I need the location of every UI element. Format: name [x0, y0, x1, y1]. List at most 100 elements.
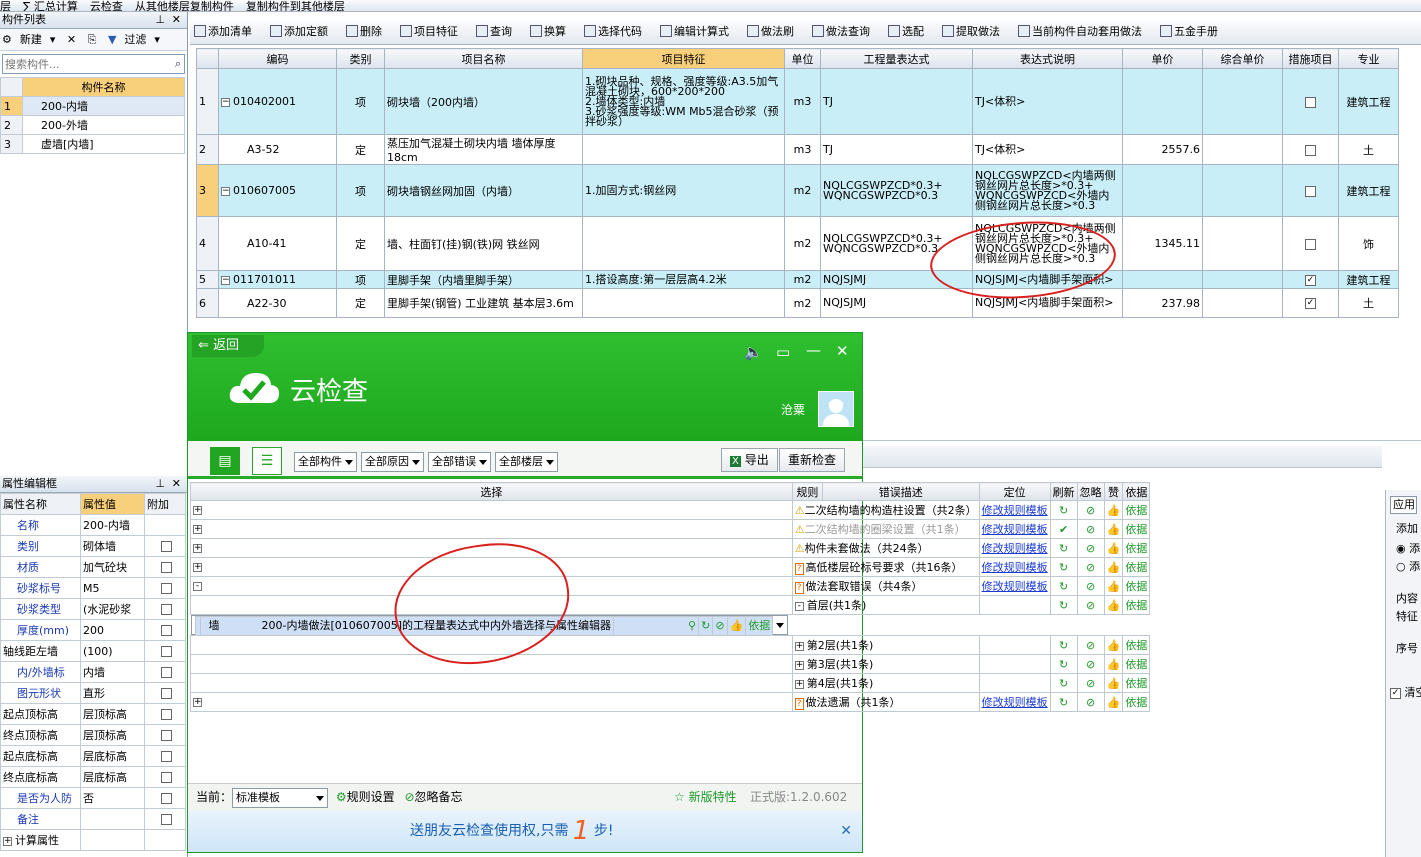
- extra-checkbox[interactable]: [160, 751, 172, 762]
- extra-checkbox[interactable]: [160, 688, 172, 699]
- error-row[interactable]: + 第2层(共1条) ↻ ⊘ 👍 依据: [190, 635, 1151, 655]
- property-row[interactable]: 厚度(mm) 200: [0, 619, 186, 641]
- filter-select[interactable]: 全部构件: [294, 452, 357, 472]
- edit-rule-template-link[interactable]: 修改规则模板: [982, 523, 1048, 536]
- component-row[interactable]: 2 200-外墙: [0, 115, 185, 135]
- property-row[interactable]: 类别 砌体墙: [0, 535, 186, 557]
- like-icon[interactable]: 👍: [1103, 635, 1124, 655]
- recheck-button[interactable]: 重新检查: [779, 448, 846, 472]
- property-value[interactable]: 内墙: [80, 661, 145, 683]
- refresh-icon[interactable]: ↻: [698, 616, 714, 636]
- collapse-icon[interactable]: −: [221, 97, 230, 107]
- component-row[interactable]: 3 虚墙[内墙]: [0, 134, 185, 154]
- like-icon[interactable]: 👍: [1103, 557, 1124, 577]
- grid-header[interactable]: 编码: [218, 48, 337, 69]
- extra-checkbox[interactable]: [160, 625, 172, 636]
- property-value[interactable]: 否: [80, 787, 145, 809]
- extra-checkbox[interactable]: [160, 667, 172, 678]
- like-icon[interactable]: 👍: [1103, 519, 1124, 539]
- refresh-icon[interactable]: ↻: [1049, 692, 1078, 712]
- extra-checkbox[interactable]: [160, 541, 172, 552]
- like-icon[interactable]: 👍: [1103, 538, 1124, 558]
- property-row[interactable]: 终点底标高 层底标高: [0, 766, 186, 788]
- edit-rule-template-link[interactable]: 修改规则模板: [982, 504, 1048, 517]
- ignore-icon[interactable]: ⊘: [1076, 654, 1105, 674]
- like-icon[interactable]: 👍: [1103, 576, 1124, 596]
- edit-rule-template-link[interactable]: 修改规则模板: [982, 580, 1048, 593]
- property-row[interactable]: + 计算属性: [0, 829, 186, 851]
- basis-link[interactable]: 依据: [1122, 635, 1151, 655]
- edit-rule-template-link[interactable]: 修改规则模板: [982, 561, 1048, 574]
- basis-link[interactable]: 依据: [1122, 692, 1151, 712]
- property-row[interactable]: 轴线距左墙 (100): [0, 640, 186, 662]
- new-button[interactable]: ⚙ 新建 ▾: [2, 33, 55, 46]
- apply-button[interactable]: 应用: [1390, 496, 1417, 514]
- property-row[interactable]: 砂浆标号 M5: [0, 577, 186, 599]
- property-value[interactable]: 砌体墙: [80, 535, 145, 557]
- property-value[interactable]: 200-内墙: [80, 514, 145, 536]
- expand-icon[interactable]: +: [794, 679, 804, 689]
- error-row[interactable]: + ? 高低楼层砼标号要求（共16条） 修改规则模板 ↻ ⊘ 👍 依据: [190, 557, 1151, 577]
- pin-icon[interactable]: ⊥: [155, 476, 165, 492]
- error-row[interactable]: + ⚠二次结构墙的构造柱设置（共2条） 修改规则模板 ↻ ⊘ 👍 依据: [190, 500, 1151, 520]
- ignore-icon[interactable]: ⊘: [1076, 538, 1105, 558]
- grid-header[interactable]: 类别: [336, 48, 385, 69]
- ignore-icon[interactable]: ⊘: [1076, 673, 1105, 693]
- toolbar-button[interactable]: 五金手册: [1160, 25, 1227, 38]
- grid-row[interactable]: 3−010607005 项砌块墙钢丝网加固（内墙） 1.加固方式:钢丝网 m2 NQLC…: [196, 164, 1399, 217]
- extra-checkbox[interactable]: [160, 709, 172, 720]
- search-icon[interactable]: ⌕: [175, 57, 181, 71]
- property-value[interactable]: (水泥砂浆: [80, 598, 145, 620]
- expand-icon[interactable]: -: [193, 582, 202, 591]
- ignore-icon[interactable]: ⊘: [1076, 635, 1105, 655]
- extra-checkbox[interactable]: [160, 730, 172, 741]
- grid-header[interactable]: 工程量表达式: [820, 48, 973, 69]
- like-icon[interactable]: 👍: [1103, 500, 1124, 520]
- template-select[interactable]: 标准模板: [232, 788, 329, 808]
- error-row[interactable]: + 第4层(共1条) ↻ ⊘ 👍 依据: [190, 673, 1151, 693]
- grid-header[interactable]: 单位: [784, 48, 821, 69]
- ignore-icon[interactable]: ⊘: [712, 616, 728, 636]
- like-icon[interactable]: 👍: [1103, 673, 1124, 693]
- toolbar-button[interactable]: 做法查询: [812, 25, 879, 38]
- toolbar-button[interactable]: 做法刷: [747, 25, 803, 38]
- radio-option-1[interactable]: ◉ 添: [1396, 540, 1421, 556]
- basis-link[interactable]: 依据: [1122, 595, 1151, 615]
- measure-checkbox[interactable]: ✓: [1305, 274, 1316, 286]
- measure-checkbox[interactable]: [1305, 185, 1316, 197]
- property-value[interactable]: M5: [80, 577, 145, 599]
- error-row[interactable]: + ⚠二次结构墙的圈梁设置（共1条） 修改规则模板 ✔ ⊘ 👍 依据: [190, 519, 1151, 539]
- toolbar-button[interactable]: 提取做法: [942, 25, 1009, 38]
- property-value[interactable]: 层底标高: [80, 766, 145, 788]
- copy-icon[interactable]: ⎘: [88, 33, 97, 46]
- toolbar-button[interactable]: 换算: [530, 25, 575, 38]
- error-row[interactable]: - ? 做法套取错误（共4条） 修改规则模板 ↻ ⊘ 👍 依据: [190, 576, 1151, 596]
- grid-header[interactable]: 专业: [1338, 48, 1399, 69]
- toolbar-button[interactable]: 当前构件自动套用做法: [1018, 25, 1151, 38]
- ignore-icon[interactable]: ⊘: [1076, 692, 1105, 712]
- refresh-icon[interactable]: ↻: [1049, 595, 1078, 615]
- basis-link[interactable]: 依据: [745, 616, 774, 636]
- expand-icon[interactable]: +: [193, 544, 202, 553]
- collapse-icon[interactable]: −: [221, 275, 230, 285]
- minimize-icon[interactable]: —: [806, 341, 821, 359]
- measure-checkbox[interactable]: [1305, 144, 1316, 156]
- refresh-icon[interactable]: ↻: [1049, 500, 1078, 520]
- topbar-item[interactable]: 从其他楼层复制构件: [135, 1, 234, 11]
- expand-icon[interactable]: +: [3, 836, 12, 846]
- expand-icon[interactable]: +: [193, 525, 202, 534]
- close-icon[interactable]: ✕: [836, 342, 849, 360]
- grid-row[interactable]: 4 A10-41 定墙、柱面钉(挂)钢(铁)网 铁丝网 m2 NQLCGSWPZCD*0…: [196, 216, 1399, 271]
- refresh-icon[interactable]: ↻: [1049, 673, 1078, 693]
- measure-checkbox[interactable]: ✓: [1305, 298, 1316, 309]
- property-value[interactable]: 层底标高: [80, 745, 145, 767]
- grid-header[interactable]: 项目特征: [582, 48, 785, 69]
- basis-link[interactable]: 依据: [1122, 557, 1151, 577]
- filter-select[interactable]: 全部错误: [428, 452, 491, 472]
- refresh-icon[interactable]: ↻: [1049, 557, 1078, 577]
- property-row[interactable]: 备注: [0, 808, 186, 830]
- grid-row[interactable]: 6 A22-30 定里脚手架(钢管) 工业建筑 基本层3.6m m2 NQJSJMJ NQ…: [196, 288, 1399, 318]
- like-icon[interactable]: 👍: [1103, 654, 1124, 674]
- toolbar-button[interactable]: 选配: [888, 25, 933, 38]
- extra-checkbox[interactable]: [160, 772, 172, 783]
